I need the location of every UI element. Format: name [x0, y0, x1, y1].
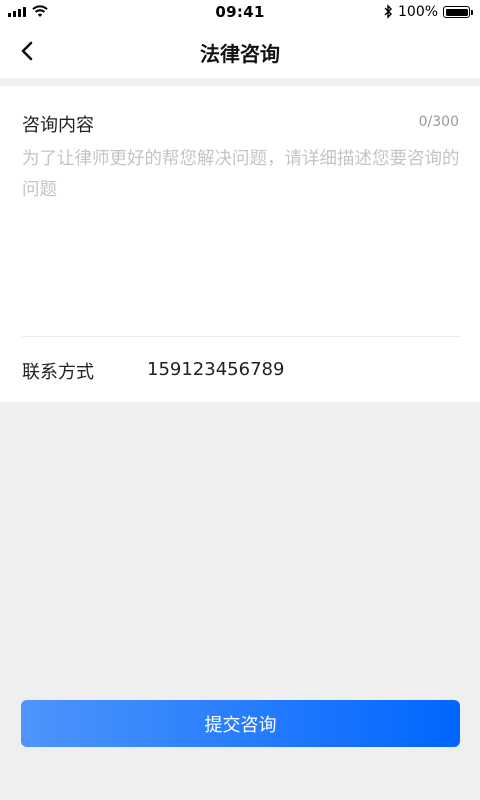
consult-form: 咨询内容 0/300 联系方式	[0, 86, 480, 402]
char-counter: 0/300	[418, 114, 459, 130]
battery-level-fill	[445, 8, 468, 16]
content-label: 咨询内容	[22, 115, 94, 136]
divider	[22, 336, 460, 337]
contact-input[interactable]	[147, 356, 447, 382]
battery-percent: 100%	[398, 4, 439, 20]
bluetooth-icon	[384, 4, 392, 19]
battery-tip	[471, 9, 473, 15]
contact-label: 联系方式	[22, 362, 94, 383]
page-title: 法律咨询	[200, 42, 280, 66]
status-bar: 09:41 100%	[0, 0, 480, 24]
content-textarea[interactable]	[22, 144, 462, 324]
battery-icon	[443, 6, 470, 18]
submit-button[interactable]: 提交咨询	[21, 700, 460, 747]
nav-bar: 法律咨询	[0, 24, 480, 78]
